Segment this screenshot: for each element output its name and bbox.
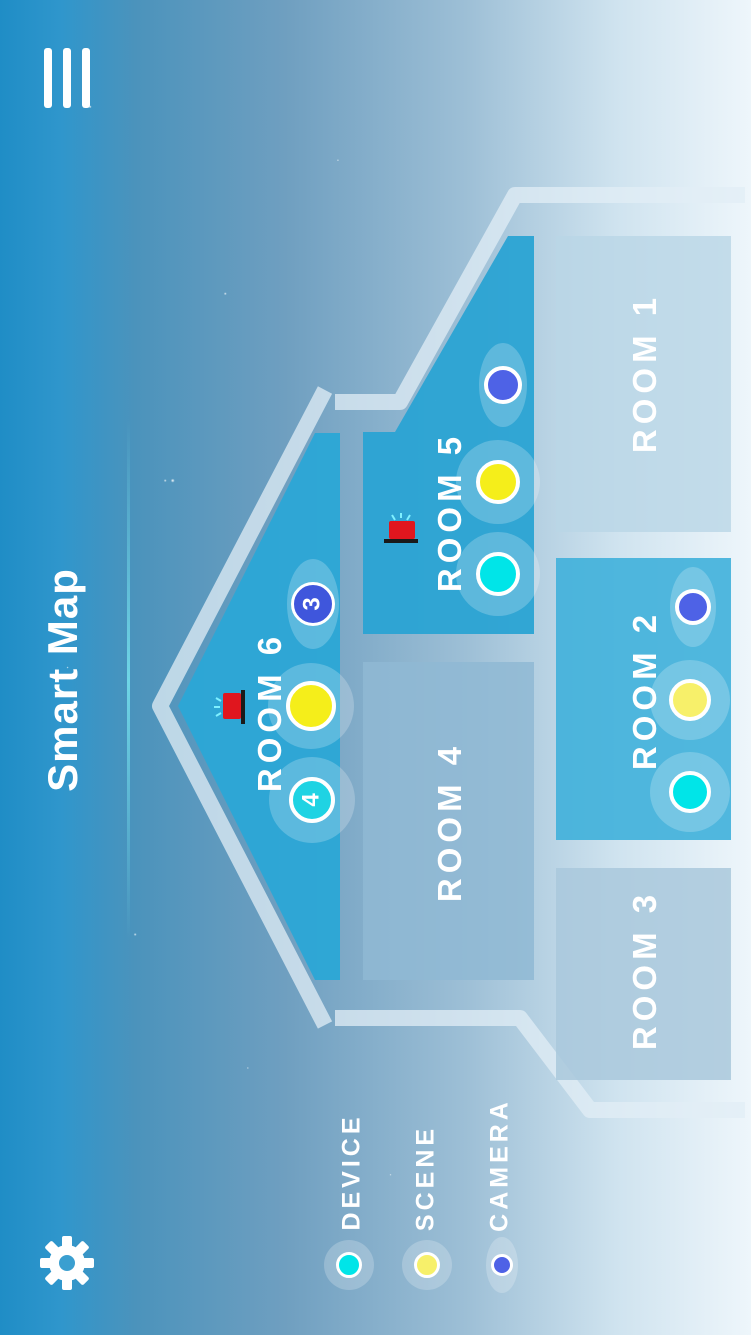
legend-camera-dot — [491, 1254, 513, 1276]
device-button[interactable] — [476, 552, 520, 596]
room-4-label: ROOM 4 — [431, 741, 468, 903]
scene-button[interactable] — [669, 679, 711, 721]
legend-scene-label: SCENE — [411, 1124, 440, 1232]
camera-button[interactable] — [675, 589, 711, 625]
gear-icon[interactable] — [38, 1234, 96, 1292]
scene-button[interactable] — [286, 681, 336, 731]
legend-device-dot — [336, 1252, 362, 1278]
device-button[interactable] — [669, 771, 711, 813]
room-3-label: ROOM 3 — [626, 889, 663, 1051]
camera-count-badge[interactable]: 3 — [291, 582, 335, 626]
legend-camera-label: CAMERA — [485, 1098, 514, 1232]
scene-button[interactable] — [476, 460, 520, 504]
legend-scene-dot — [414, 1252, 440, 1278]
device-count-badge[interactable]: 4 — [289, 777, 335, 823]
camera-button[interactable] — [484, 366, 522, 404]
siren-icon — [214, 690, 245, 724]
legend-device-label: DEVICE — [337, 1113, 366, 1231]
siren-icon — [384, 513, 418, 543]
room-1-label: ROOM 1 — [626, 292, 663, 454]
